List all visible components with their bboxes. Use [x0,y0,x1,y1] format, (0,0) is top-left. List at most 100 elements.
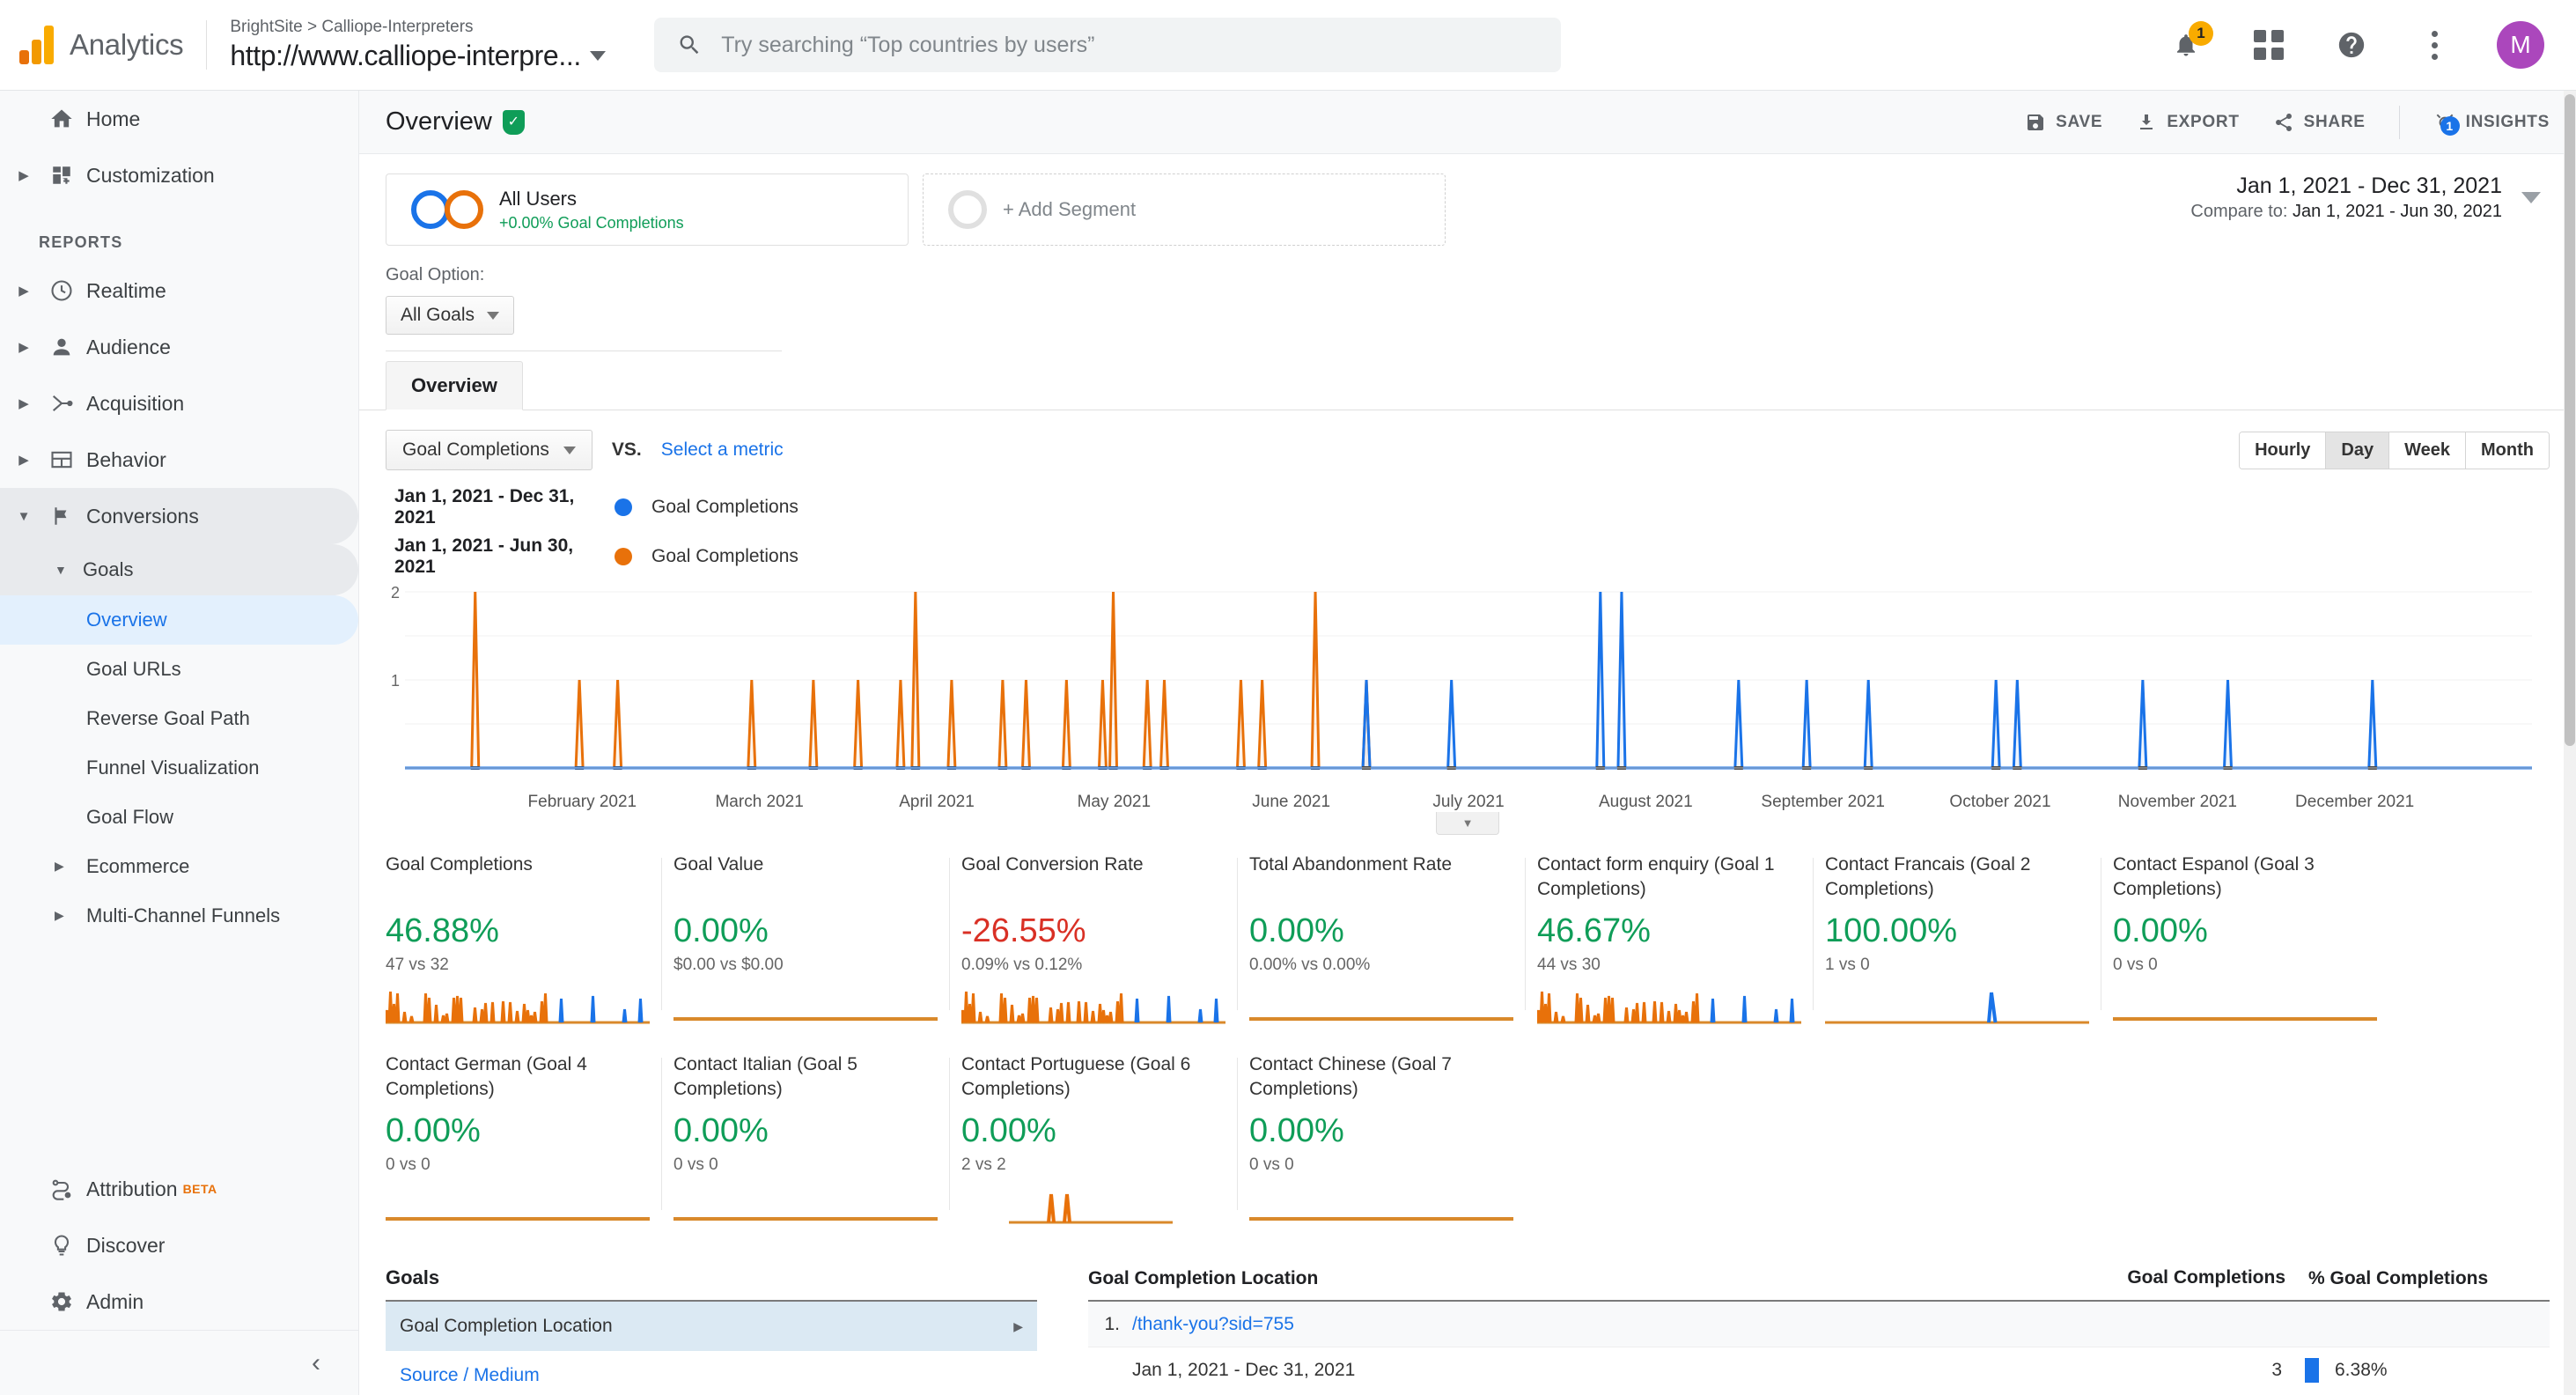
sidebar-item-goal-flow[interactable]: Goal Flow [0,793,358,842]
goal-option-select[interactable]: All Goals [386,296,514,335]
sidebar-item-acquisition[interactable]: ▶ Acquisition [0,375,358,432]
avatar[interactable]: M [2497,21,2544,69]
chevron-right-icon[interactable]: ▶ [11,283,37,299]
chevron-right-icon[interactable]: ▶ [11,167,37,183]
metric-select[interactable]: Goal Completions [386,430,592,470]
dimension-goal-completion-location[interactable]: Goal Completion Location ▶ [386,1302,1037,1351]
help-button[interactable] [2331,25,2372,65]
table-row[interactable]: 1. /thank-you?sid=755 [1088,1302,2550,1347]
metric-card[interactable]: Contact Italian (Goal 5 Completions)0.00… [673,1052,961,1226]
page-header: Overview SAVE EXPORT SHARE 1 [359,91,2576,154]
collapse-sidebar-button[interactable]: ‹ [312,1348,320,1378]
metric-card[interactable]: Contact Francais (Goal 2 Completions)100… [1825,852,2113,1026]
export-button[interactable]: EXPORT [2136,112,2239,133]
save-label: SAVE [2056,113,2102,132]
customization-icon [37,164,86,187]
metric-card[interactable]: Contact form enquiry (Goal 1 Completions… [1537,852,1825,1026]
save-icon [2025,112,2046,133]
row-completions: 3 [2115,1360,2282,1381]
metric-card-value: 0.00% [673,912,938,950]
notifications-button[interactable]: 1 [2166,25,2206,65]
insights-button[interactable]: 1 INSIGHTS [2433,111,2550,134]
x-axis-tick: February 2021 [528,793,637,812]
chevron-down-icon[interactable] [2521,192,2541,203]
search-box[interactable] [654,18,1561,72]
chevron-down-icon [487,312,499,320]
metric-card[interactable]: Contact Portuguese (Goal 6 Completions)0… [961,1052,1249,1226]
sidebar-label-ecommerce: Ecommerce [86,854,189,879]
granularity-week[interactable]: Week [2389,432,2466,469]
metric-card-comparison: 0 vs 0 [673,1155,938,1175]
metric-card[interactable]: Contact Espanol (Goal 3 Completions)0.00… [2113,852,2401,1026]
tab-overview[interactable]: Overview [386,361,523,410]
timeseries-chart[interactable]: 12 February 2021March 2021April 2021May … [386,585,2550,805]
sidebar-item-goals-overview[interactable]: Overview [0,595,358,645]
add-segment-button[interactable]: + Add Segment [923,173,1446,246]
chevron-down-icon[interactable]: ▼ [55,563,83,577]
metric-card-value: -26.55% [961,912,1226,950]
property-selector[interactable]: BrightSite > Calliope-Interpreters http:… [230,18,605,72]
sidebar-item-funnel-visualization[interactable]: Funnel Visualization [0,743,291,793]
sidebar-item-customization[interactable]: ▶ Customization [0,147,358,203]
table-header-row: Goal Completion Location Goal Completion… [1088,1266,2550,1302]
granularity-month[interactable]: Month [2466,432,2549,469]
sidebar-item-conversions[interactable]: ▼ Conversions [0,488,358,544]
metric-card-name: Contact Espanol (Goal 3 Completions) [2113,852,2378,907]
chevron-right-icon[interactable]: ▶ [11,395,37,411]
goal-completion-table: Goal Completion Location Goal Completion… [1088,1266,2550,1393]
page-title-group: Overview [386,107,525,137]
date-range-picker[interactable]: Jan 1, 2021 - Dec 31, 2021 Compare to: J… [2190,173,2550,222]
metric-card-value: 46.88% [386,912,651,950]
sidebar-item-goal-urls[interactable]: Goal URLs [0,645,358,694]
chevron-down-icon [563,447,576,454]
sidebar-item-audience[interactable]: ▶ Audience [0,319,358,375]
metric-card[interactable]: Contact German (Goal 4 Completions)0.00%… [386,1052,673,1226]
chevron-right-icon[interactable]: ▶ [11,452,37,468]
metric-card[interactable]: Total Abandonment Rate0.00%0.00% vs 0.00… [1249,852,1537,1026]
sidebar-item-attribution[interactable]: ▶ Attribution BETA [0,1161,359,1217]
sidebar-item-behavior[interactable]: ▶ Behavior [0,432,358,488]
segment-all-users[interactable]: All Users +0.00% Goal Completions [386,173,909,246]
sidebar-item-ecommerce[interactable]: ▶ Ecommerce [0,842,358,891]
sidebar-item-home[interactable]: ▶ Home [0,91,358,147]
metric-card[interactable]: Goal Completions46.88%47 vs 32 [386,852,673,1026]
share-button[interactable]: SHARE [2273,112,2366,133]
save-button[interactable]: SAVE [2025,112,2102,133]
person-icon [37,335,86,359]
apps-button[interactable] [2248,25,2289,65]
granularity-day[interactable]: Day [2326,432,2389,469]
sidebar-label-goals: Goals [83,558,133,581]
chevron-right-icon[interactable]: ▶ [55,908,64,924]
sidebar-item-realtime[interactable]: ▶ Realtime [0,262,358,319]
more-options-button[interactable] [2414,25,2455,65]
chevron-down-icon[interactable] [590,51,606,61]
dimension-source-medium[interactable]: Source / Medium [386,1351,1037,1386]
row-link[interactable]: /thank-you?sid=755 [1132,1314,1294,1335]
sidebar-label-customization: Customization [86,164,215,188]
scrollbar-thumb[interactable] [2565,94,2575,746]
search-input[interactable] [721,33,1538,58]
chevron-right-icon[interactable]: ▶ [11,339,37,355]
share-label: SHARE [2304,113,2366,132]
sidebar-item-reverse-goal-path[interactable]: Reverse Goal Path [0,694,358,743]
chevron-down-icon[interactable]: ▼ [11,509,37,524]
select-a-metric-link[interactable]: Select a metric [661,439,784,461]
vs-label: VS. [612,439,642,461]
chevron-right-icon[interactable]: ▶ [55,859,64,875]
chart-expander-button[interactable]: ▼ [1436,812,1499,835]
chart-canvas: 12 [386,585,2550,787]
granularity-hourly[interactable]: Hourly [2240,432,2326,469]
date-range-primary: Jan 1, 2021 - Dec 31, 2021 [2190,173,2502,199]
metric-card[interactable]: Goal Value0.00%$0.00 vs $0.00 [673,852,961,1026]
metric-card[interactable]: Goal Conversion Rate-26.55%0.09% vs 0.12… [961,852,1249,1026]
sidebar-item-multi-channel-funnels[interactable]: ▶ Multi-Channel Funnels [0,891,291,941]
metric-card-comparison: 44 vs 30 [1537,956,1802,975]
sidebar-item-admin[interactable]: ▶ Admin [0,1273,359,1330]
goal-option-section: Goal Option: All Goals [359,246,2576,351]
metric-card[interactable]: Contact Chinese (Goal 7 Completions)0.00… [1249,1052,1537,1226]
sidebar-item-goals[interactable]: ▼ Goals [0,544,358,595]
metric-card-name: Contact Portuguese (Goal 6 Completions) [961,1052,1226,1107]
page-scrollbar[interactable] [2564,91,2576,1395]
sidebar-item-discover[interactable]: ▶ Discover [0,1217,359,1273]
metric-card-sparkline [1537,987,1802,1026]
